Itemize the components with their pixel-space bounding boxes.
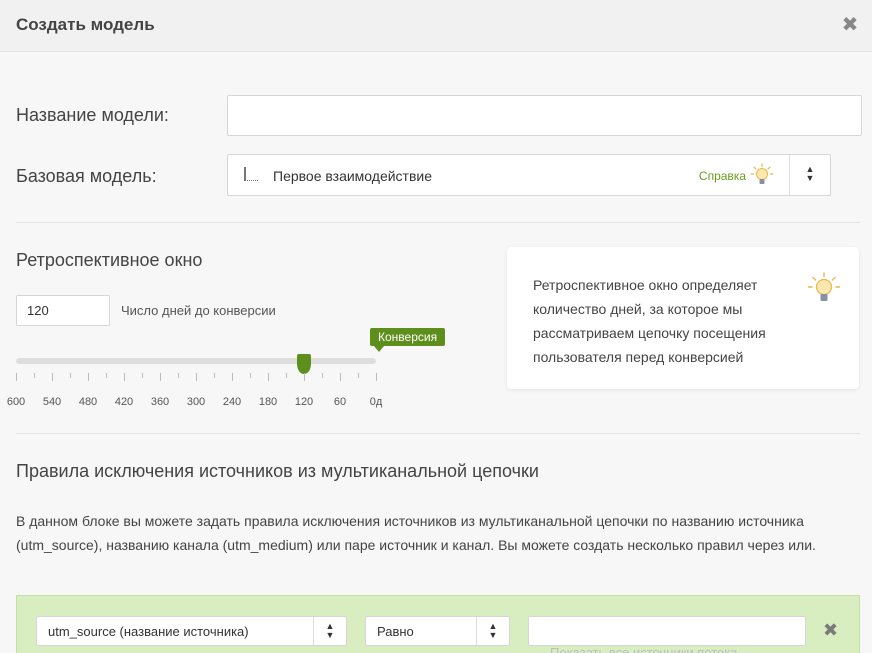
base-model-select[interactable]: Первое взаимодействие Справка ▲ ▼ — [227, 154, 831, 196]
rule-operator-select[interactable]: Равно ▲ ▼ — [365, 616, 510, 646]
slider-tick — [250, 373, 251, 378]
slider-tick — [232, 373, 233, 381]
lookback-title: Ретроспективное окно — [16, 250, 203, 270]
conversion-tag: Конверсия — [370, 328, 446, 352]
lookback-info-card: Ретроспективное окно определяет количест… — [507, 247, 859, 389]
exclusion-title: Правила исключения источников из мультик… — [16, 461, 539, 481]
slider-tick — [70, 373, 71, 378]
slider-tick — [376, 373, 377, 381]
first-touch-icon — [244, 167, 258, 181]
days-input[interactable] — [16, 295, 110, 326]
slider-handle[interactable] — [297, 354, 311, 374]
divider — [16, 222, 860, 223]
slider-tick — [322, 373, 323, 378]
slider-tick-label: 180 — [258, 396, 278, 408]
dialog-title: Создать модель — [16, 15, 155, 34]
slider-tick-label: 60 — [333, 396, 347, 408]
slider-tick — [88, 373, 89, 381]
rule-operator-value: Равно — [377, 624, 414, 639]
base-model-label: Базовая модель: — [16, 166, 157, 186]
model-name-label: Название модели: — [16, 105, 169, 125]
slider-tick-label: 540 — [42, 396, 62, 408]
slider-tick — [358, 373, 359, 378]
slider-tick-label: 300 — [186, 396, 206, 408]
slider-tick — [304, 373, 305, 381]
show-all-sources-link[interactable]: Показать все источники потока — [550, 645, 738, 653]
slider-tick — [286, 373, 287, 378]
slider-track[interactable] — [16, 358, 376, 364]
slider-tick-label: 120 — [294, 396, 314, 408]
slider-tick — [124, 373, 125, 381]
slider-tick — [34, 373, 35, 378]
slider-tick — [340, 373, 341, 381]
slider-tick-label: 0д — [369, 396, 383, 408]
help-link[interactable]: Справка — [699, 169, 746, 183]
slider-tick-label: 480 — [78, 396, 98, 408]
rule-field-select[interactable]: utm_source (название источника) ▲ ▼ — [36, 616, 347, 646]
lightbulb-icon — [807, 272, 841, 301]
slider-tick — [52, 373, 53, 381]
select-separator — [476, 617, 477, 645]
slider-tick-label: 600 — [6, 396, 26, 408]
slider-tick — [178, 373, 179, 378]
slider-tick-label: 240 — [222, 396, 242, 408]
close-icon[interactable]: ✖ — [840, 14, 860, 36]
dialog-header: Создать модель ✖ — [0, 0, 872, 52]
slider-tick-label: 420 — [114, 396, 134, 408]
slider-tick — [160, 373, 161, 381]
slider-tick — [268, 373, 269, 381]
slider-tick — [214, 373, 215, 378]
divider — [16, 433, 860, 434]
exclusion-description: В данном блоке вы можете задать правила … — [16, 513, 816, 553]
base-model-value: Первое взаимодействие — [273, 168, 433, 184]
select-separator — [789, 155, 790, 195]
slider-tick — [196, 373, 197, 381]
delete-icon[interactable]: ✖ — [823, 620, 838, 641]
rule-field-value: utm_source (название источника) — [48, 624, 249, 639]
slider-tick — [106, 373, 107, 378]
sort-arrows-icon: ▲ ▼ — [325, 621, 335, 640]
days-caption: Число дней до конверсии — [121, 303, 276, 318]
rule-value-input[interactable] — [528, 616, 806, 646]
slider-tick-label: 360 — [150, 396, 170, 408]
lightbulb-icon — [750, 163, 774, 184]
select-separator — [313, 617, 314, 645]
model-name-input[interactable] — [227, 95, 862, 136]
sort-arrows-icon: ▲ ▼ — [488, 621, 498, 640]
slider-tick — [16, 373, 17, 381]
slider-tick — [142, 373, 143, 378]
sort-arrows-icon: ▲ ▼ — [805, 164, 815, 183]
slider-ticks — [0, 373, 400, 385]
lookback-info-text: Ретроспективное окно определяет количест… — [533, 277, 766, 365]
